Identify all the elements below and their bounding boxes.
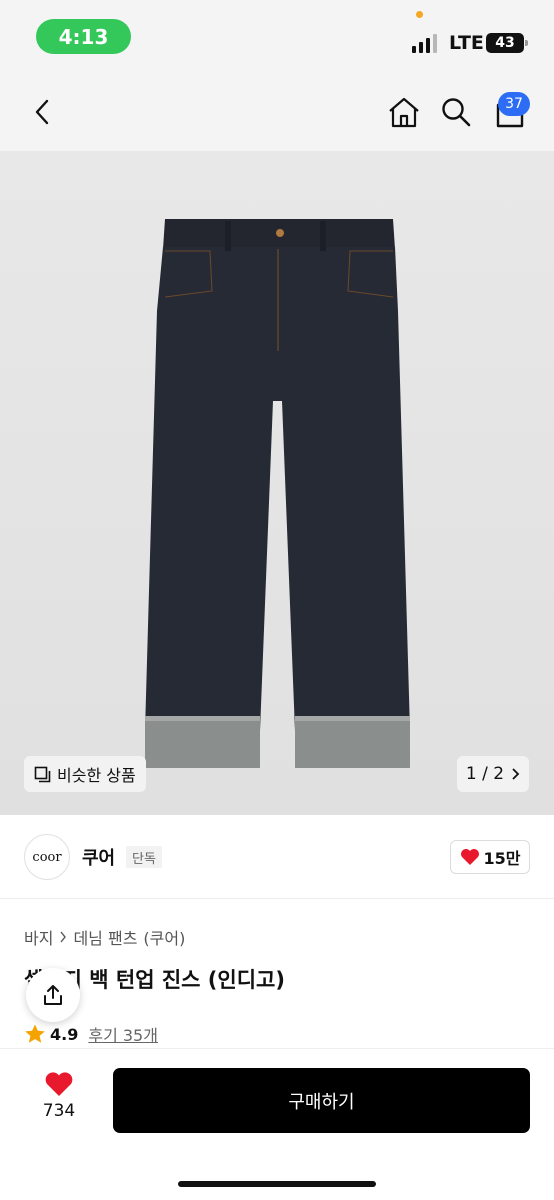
- status-bar: 4:13 LTE 43: [0, 0, 554, 78]
- battery-icon: 43: [486, 33, 528, 53]
- buy-button[interactable]: 구매하기: [113, 1068, 530, 1133]
- home-icon: [389, 97, 419, 128]
- back-button[interactable]: [22, 92, 62, 132]
- review-link[interactable]: 후기 35개: [88, 1022, 158, 1046]
- home-indicator: [178, 1181, 376, 1187]
- similar-products-button[interactable]: 비슷한 상품: [24, 756, 146, 792]
- similar-icon: [34, 766, 51, 782]
- brand-like-count: 15만: [483, 849, 521, 868]
- cart-count-badge: 37: [498, 92, 530, 116]
- rating-score: 4.9: [50, 1024, 79, 1044]
- purchase-bar: 734 구매하기: [0, 1048, 554, 1200]
- exclusive-badge: 단독: [126, 846, 162, 868]
- search-icon: [442, 98, 471, 127]
- home-button[interactable]: [384, 92, 424, 132]
- brand-name[interactable]: 쿠어: [82, 844, 115, 870]
- search-button[interactable]: [436, 92, 476, 132]
- breadcrumb-item[interactable]: 데님 팬츠: [73, 925, 137, 949]
- brand-logo[interactable]: coor: [24, 834, 70, 880]
- image-pager[interactable]: 1 / 2: [457, 756, 529, 792]
- pager-label: 1 / 2: [465, 764, 505, 784]
- brand-row: coor 쿠어 단독 15만: [0, 815, 554, 899]
- brand-like-button[interactable]: 15만: [450, 840, 530, 874]
- heart-icon: [45, 1072, 73, 1096]
- top-nav: [0, 78, 554, 151]
- wishlist-count: 734: [42, 1101, 76, 1121]
- star-icon: [25, 1024, 45, 1043]
- chevron-left-icon: [35, 99, 49, 125]
- status-time: 4:13: [36, 19, 131, 54]
- breadcrumb-item[interactable]: (쿠어): [143, 925, 185, 949]
- rating-row: 4.9 후기 35개: [24, 1022, 158, 1046]
- similar-products-label: 비슷한 상품: [57, 766, 136, 785]
- network-label: LTE: [449, 32, 484, 54]
- share-icon: [44, 985, 62, 1005]
- product-image-gallery[interactable]: 비슷한 상품 1 / 2: [0, 151, 554, 815]
- signal-icon: [412, 33, 437, 53]
- chevron-right-icon: [60, 931, 67, 943]
- breadcrumb-item[interactable]: 바지: [24, 925, 53, 949]
- wishlist-button[interactable]: 734: [28, 1071, 90, 1121]
- chevron-right-icon: [512, 768, 520, 780]
- privacy-indicator: [416, 11, 423, 18]
- breadcrumb: 바지 데님 팬츠 (쿠어): [24, 925, 185, 949]
- heart-icon: [460, 849, 479, 865]
- share-button[interactable]: [26, 968, 80, 1022]
- product-image: [145, 219, 410, 768]
